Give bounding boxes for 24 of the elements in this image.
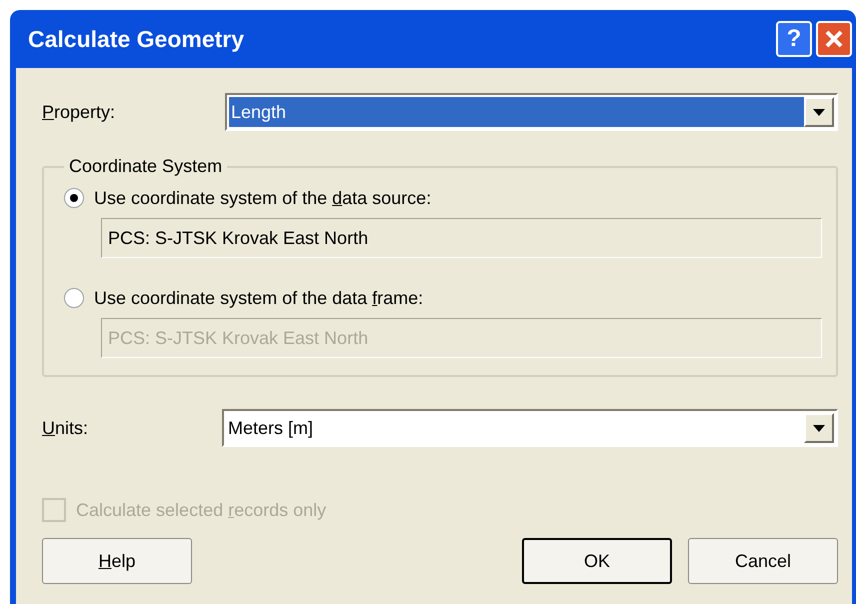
radio-label: Use coordinate system of the data source:	[94, 186, 432, 210]
dropdown-arrow-button[interactable]	[804, 97, 834, 127]
close-button[interactable]	[816, 21, 852, 57]
radio-button[interactable]	[64, 288, 84, 308]
window-title: Calculate Geometry	[28, 24, 246, 54]
group-title: Coordinate System	[68, 155, 224, 178]
coordinate-system-field[interactable]: PCS: S-JTSK Krovak East North	[101, 218, 822, 258]
dialog-button[interactable]: Cancel	[688, 538, 838, 584]
dropdown-value: Meters [m]	[227, 416, 314, 440]
caret-icon	[813, 424, 825, 432]
radio-label: Use coordinate system of the data frame:	[94, 286, 424, 310]
units-label: Units:	[42, 416, 90, 440]
dropdown-value: Length	[229, 97, 804, 127]
radio-button[interactable]	[64, 188, 84, 208]
property-label: Property:	[42, 100, 116, 124]
property-dropdown[interactable]: Length	[225, 93, 838, 131]
help-button[interactable]: ?	[776, 21, 812, 57]
dialog-button[interactable]: OK	[522, 538, 672, 584]
close-icon	[824, 29, 844, 49]
caret-icon	[813, 108, 825, 116]
checkbox-label: Calculate selected records only	[76, 498, 326, 522]
dialog-button[interactable]: Help	[42, 538, 192, 584]
dropdown-arrow-button[interactable]	[804, 413, 834, 443]
units-dropdown[interactable]: Meters [m]	[222, 409, 838, 447]
